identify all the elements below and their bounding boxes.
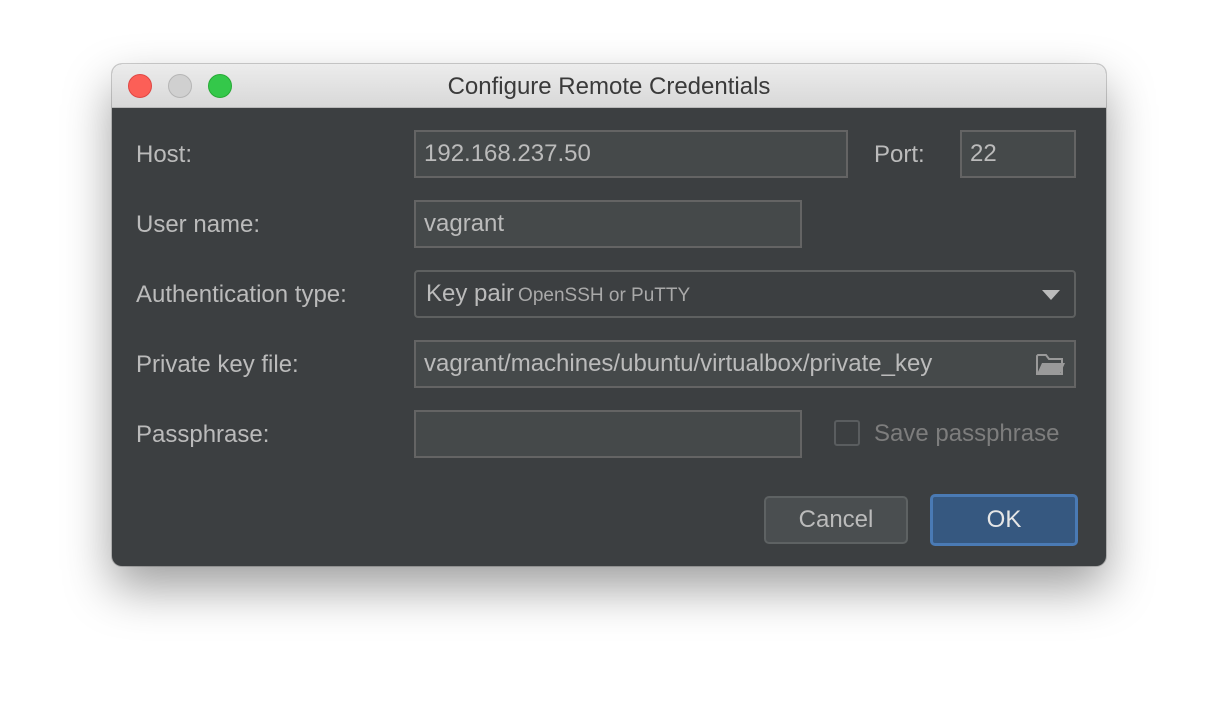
host-label: Host: [136, 141, 193, 168]
private-key-label: Private key file: [136, 351, 299, 378]
private-key-field[interactable]: vagrant/machines/ubuntu/virtualbox/priva… [414, 340, 1076, 388]
auth-type-hint: OpenSSH or PuTTY [518, 285, 691, 306]
private-key-value: vagrant/machines/ubuntu/virtualbox/priva… [424, 350, 933, 377]
auth-type-label: Authentication type: [136, 281, 347, 308]
passphrase-label: Passphrase: [136, 421, 270, 448]
save-passphrase-checkbox[interactable] [834, 420, 860, 446]
configure-remote-credentials-dialog: Configure Remote Credentials Host: 192.1… [112, 64, 1106, 566]
port-label: Port: [874, 141, 925, 168]
username-label: User name: [136, 211, 261, 238]
save-passphrase-label[interactable]: Save passphrase [874, 420, 1059, 448]
auth-type-dropdown[interactable]: Key pair OpenSSH or PuTTY [414, 270, 1076, 318]
folder-icon[interactable] [1036, 352, 1066, 376]
username-field[interactable]: vagrant [414, 200, 802, 248]
chevron-down-icon [1042, 290, 1060, 300]
host-field[interactable]: 192.168.237.50 [414, 130, 848, 178]
minimize-icon[interactable] [168, 74, 192, 98]
window-title: Configure Remote Credentials [447, 73, 771, 100]
maximize-icon[interactable] [208, 74, 232, 98]
passphrase-field[interactable] [414, 410, 802, 458]
port-field[interactable]: 22 [960, 130, 1076, 178]
title-bar[interactable]: Configure Remote Credentials [112, 64, 1106, 108]
ok-button[interactable]: OK [930, 494, 1078, 546]
auth-type-value: Key pair [426, 280, 515, 307]
cancel-button[interactable]: Cancel [764, 496, 908, 544]
close-icon[interactable] [128, 74, 152, 98]
